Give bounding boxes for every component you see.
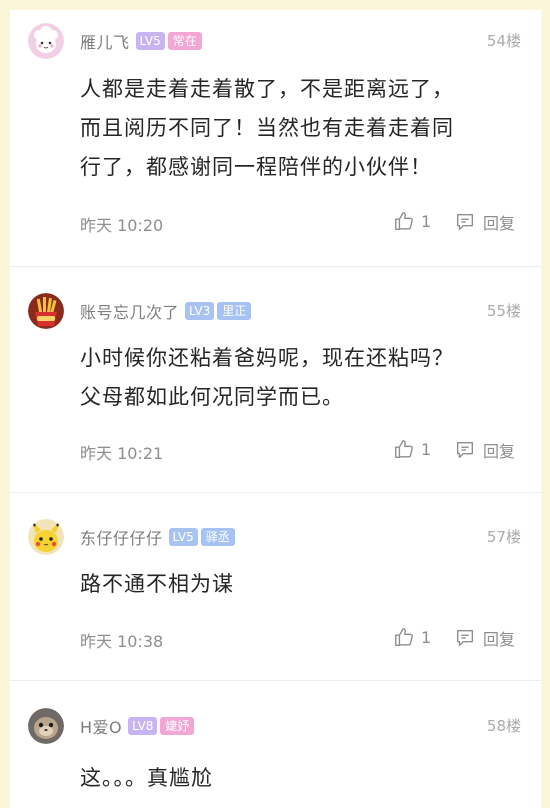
like-button[interactable]: 1 — [393, 626, 431, 648]
cloud-girl-avatar[interactable] — [28, 23, 64, 59]
cloud-girl-icon — [28, 23, 64, 59]
floor-number: 58楼 — [486, 717, 521, 735]
comment-bubble-icon — [456, 629, 474, 647]
reply-label: 回复 — [483, 630, 516, 649]
reply-button[interactable]: 回复 — [454, 626, 515, 650]
like-button[interactable]: 1 — [393, 210, 431, 232]
fries-avatar[interactable] — [28, 293, 64, 329]
floor-number: 57楼 — [486, 528, 521, 546]
comment-line: 而且阅历不同了！当然也有走着走着同 — [80, 116, 454, 140]
comment-item: 东仔仔仔仔 LV5 驿丞 57楼 路不通不相为谋 昨天 10:38 1 回复 — [10, 506, 541, 680]
comment-item: H爱O LV8 婕妤 58楼 这。。。真尴尬 — [10, 695, 541, 808]
comment-text: 这。。。真尴尬 — [80, 759, 520, 798]
monkey-avatar[interactable] — [28, 708, 64, 744]
reply-button[interactable]: 回复 — [454, 438, 515, 462]
comment-text: 人都是走着走着散了，不是距离远了， 而且阅历不同了！当然也有走着走着同 行了，都… — [80, 70, 520, 187]
user-info: H爱O LV8 婕妤 — [80, 714, 195, 738]
floor-number: 55楼 — [486, 302, 521, 320]
username[interactable]: 雁儿飞 — [80, 29, 130, 53]
comment-time: 昨天 10:21 — [80, 444, 164, 463]
level-badge: LV5 — [135, 32, 165, 50]
comment-time: 昨天 10:20 — [80, 216, 164, 235]
level-badge: LV8 — [128, 717, 158, 735]
fries-icon — [28, 293, 64, 329]
user-info: 雁儿飞 LV5 常在 — [80, 29, 202, 53]
comment-text: 路不通不相为谋 — [80, 565, 520, 604]
thumbs-up-icon — [395, 212, 413, 230]
like-button[interactable]: 1 — [393, 438, 431, 460]
divider — [10, 680, 541, 681]
user-info: 账号忘几次了 LV3 里正 — [80, 299, 252, 323]
floor-number: 54楼 — [486, 32, 521, 50]
comment-bubble-icon — [456, 441, 474, 459]
comment-line: 人都是走着走着散了，不是距离远了， — [80, 77, 454, 101]
thumbs-up-icon — [395, 440, 413, 458]
username[interactable]: 账号忘几次了 — [80, 299, 179, 323]
comment-text: 小时候你还粘着爸妈呢，现在还粘吗？ 父母都如此何况同学而已。 — [80, 339, 520, 417]
comment-line: 行了，都感谢同一程陪伴的小伙伴！ — [80, 155, 432, 179]
title-badge: 常在 — [167, 32, 202, 50]
level-badge: LV5 — [168, 528, 198, 546]
pikachu-icon — [28, 519, 64, 555]
username[interactable]: 东仔仔仔仔 — [80, 525, 163, 549]
title-badge: 婕妤 — [160, 717, 195, 735]
title-badge: 里正 — [217, 302, 252, 320]
comment-item: 账号忘几次了 LV3 里正 55楼 小时候你还粘着爸妈呢，现在还粘吗？ 父母都如… — [10, 280, 541, 492]
thumbs-up-icon — [395, 628, 413, 646]
monkey-icon — [28, 708, 64, 744]
comment-time: 昨天 10:38 — [80, 632, 164, 651]
like-count: 1 — [421, 439, 432, 459]
reply-button[interactable]: 回复 — [454, 210, 515, 234]
comment-bubble-icon — [456, 213, 474, 231]
comment-line: 小时候你还粘着爸妈呢，现在还粘吗？ — [80, 346, 454, 370]
comment-line: 父母都如此何况同学而已。 — [80, 385, 344, 409]
title-badge: 驿丞 — [200, 528, 235, 546]
username[interactable]: H爱O — [80, 714, 122, 738]
like-count: 1 — [421, 627, 432, 647]
comment-line: 路不通不相为谋 — [80, 572, 234, 596]
reply-label: 回复 — [483, 442, 516, 461]
comment-feed: 雁儿飞 LV5 常在 54楼 人都是走着走着散了，不是距离远了， 而且阅历不同了… — [10, 10, 541, 808]
pikachu-avatar[interactable] — [28, 519, 64, 555]
level-badge: LV3 — [185, 302, 215, 320]
comment-line: 这。。。真尴尬 — [80, 766, 213, 790]
like-count: 1 — [421, 211, 432, 231]
reply-label: 回复 — [483, 214, 516, 233]
comment-item: 雁儿飞 LV5 常在 54楼 人都是走着走着散了，不是距离远了， 而且阅历不同了… — [10, 10, 541, 266]
divider — [10, 492, 541, 493]
divider — [10, 266, 541, 267]
user-info: 东仔仔仔仔 LV5 驿丞 — [80, 525, 235, 549]
